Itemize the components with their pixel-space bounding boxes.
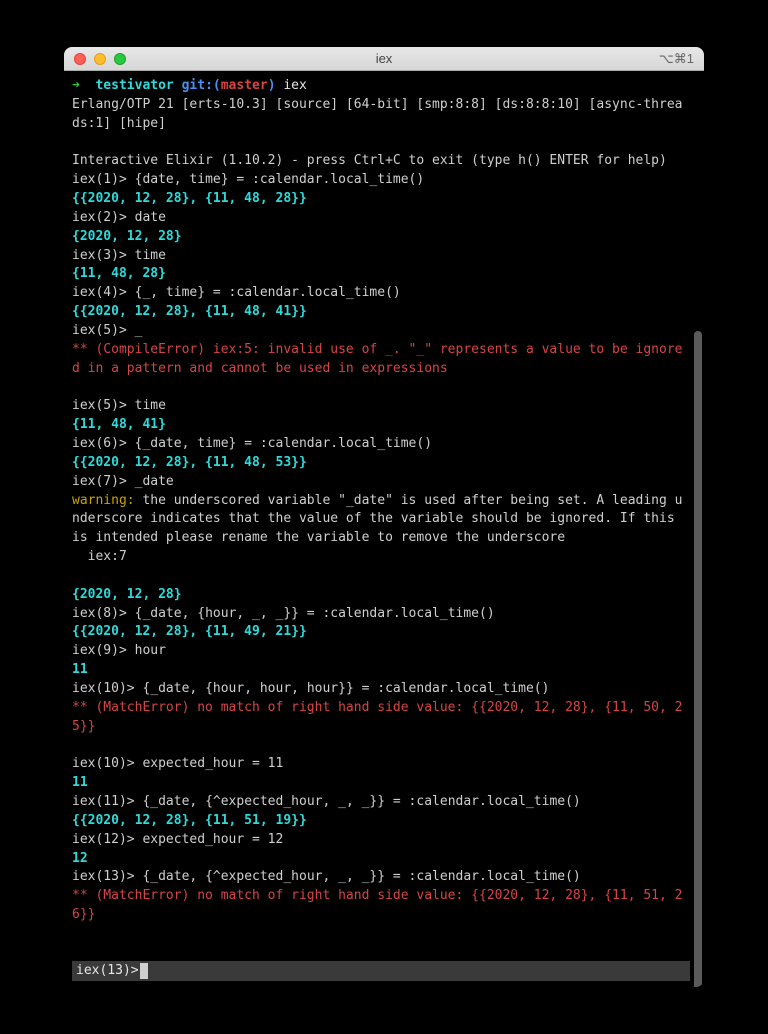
repl-line: iex(10)> {_date, {hour, hour, hour}} = :… [72,680,690,699]
repl-input: expected_hour = 12 [142,832,283,847]
titlebar[interactable]: iex ⌥⌘1 [64,47,704,71]
repl-prompt: iex(2)> [72,210,135,225]
repl-statusbar[interactable]: iex(13)> [72,961,690,981]
repl-input: expected_hour = 11 [142,756,283,771]
repl-output: {{2020, 12, 28}, {11, 49, 21}} [72,623,690,642]
repl-prompt: iex(4)> [72,285,135,300]
repl-output: 12 [72,850,690,869]
repl-line: iex(9)> hour [72,642,690,661]
warning-location: iex:7 [72,548,690,567]
repl-input: hour [135,643,166,658]
warning-text: the underscored variable "_date" is used… [72,493,683,546]
shell-prompt-line: ➜ testivator git:(master) iex [72,77,690,96]
terminal-scroll-area[interactable]: ➜ testivator git:(master) iex Erlang/OTP… [72,77,690,959]
repl-output: {{2020, 12, 28}, {11, 48, 28}} [72,190,690,209]
repl-output: {{2020, 12, 28}, {11, 48, 41}} [72,303,690,322]
warning-label: warning: [72,493,135,508]
repl-prompt: iex(10)> [72,681,142,696]
repl-prompt: iex(9)> [72,643,135,658]
repl-line: iex(12)> expected_hour = 12 [72,831,690,850]
repl-line: iex(7)> _date [72,473,690,492]
repl-line: iex(4)> {_, time} = :calendar.local_time… [72,284,690,303]
repl-line: iex(3)> time [72,247,690,266]
repl-output: {2020, 12, 28} [72,228,690,247]
prompt-git-suffix: ) [268,78,276,93]
repl-input: {_, time} = :calendar.local_time() [135,285,401,300]
repl-input: _ [135,323,143,338]
repl-prompt: iex(13)> [72,869,142,884]
erlang-banner: Erlang/OTP 21 [erts-10.3] [source] [64-b… [72,96,690,134]
zoom-button[interactable] [114,53,126,65]
repl-prompt: iex(12)> [72,832,142,847]
status-prompt: iex(13)> [76,961,139,981]
traffic-lights [64,53,126,65]
close-button[interactable] [74,53,86,65]
repl-input: {date, time} = :calendar.local_time() [135,172,425,187]
repl-input: {_date, {hour, _, _}} = :calendar.local_… [135,606,495,621]
prompt-dir: testivator [95,78,173,93]
terminal-window: iex ⌥⌘1 ➜ testivator git:(master) iex Er… [64,47,704,987]
repl-input: time [135,248,166,263]
repl-input: {_date, {hour, hour, hour}} = :calendar.… [142,681,549,696]
repl-line: iex(5)> time [72,397,690,416]
repl-output: 11 [72,774,690,793]
repl-input: time [135,398,166,413]
repl-error: ** (MatchError) no match of right hand s… [72,699,690,737]
repl-output: {{2020, 12, 28}, {11, 48, 53}} [72,454,690,473]
repl-prompt: iex(5)> [72,323,135,338]
repl-error: ** (CompileError) iex:5: invalid use of … [72,341,690,379]
repl-line: iex(5)> _ [72,322,690,341]
repl-line: iex(8)> {_date, {hour, _, _}} = :calenda… [72,605,690,624]
repl-prompt: iex(7)> [72,474,135,489]
repl-prompt: iex(10)> [72,756,142,771]
window-title: iex [64,51,704,66]
elixir-banner: Interactive Elixir (1.10.2) - press Ctrl… [72,152,690,171]
repl-input: date [135,210,166,225]
minimize-button[interactable] [94,53,106,65]
repl-line: iex(13)> {_date, {^expected_hour, _, _}}… [72,868,690,887]
repl-prompt: iex(11)> [72,794,142,809]
repl-input: {_date, {^expected_hour, _, _}} = :calen… [142,869,580,884]
repl-line: iex(1)> {date, time} = :calendar.local_t… [72,171,690,190]
repl-input: _date [135,474,174,489]
repl-prompt: iex(8)> [72,606,135,621]
prompt-arrow-icon: ➜ [72,78,80,93]
repl-output: 11 [72,661,690,680]
prompt-git-prefix: git:( [182,78,221,93]
scrollbar-thumb[interactable] [694,331,702,987]
repl-prompt: iex(6)> [72,436,135,451]
repl-line: iex(10)> expected_hour = 11 [72,755,690,774]
repl-prompt: iex(1)> [72,172,135,187]
repl-error: ** (MatchError) no match of right hand s… [72,887,690,925]
prompt-git-branch: master [221,78,268,93]
repl-warning: warning: the underscored variable "_date… [72,492,690,549]
repl-input: {_date, {^expected_hour, _, _}} = :calen… [142,794,580,809]
repl-line: iex(6)> {_date, time} = :calendar.local_… [72,435,690,454]
window-shortcut-hint: ⌥⌘1 [659,51,694,67]
repl-output: {{2020, 12, 28}, {11, 51, 19}} [72,812,690,831]
repl-input: {_date, time} = :calendar.local_time() [135,436,432,451]
repl-output: {11, 48, 41} [72,416,690,435]
repl-prompt: iex(3)> [72,248,135,263]
terminal-body[interactable]: ➜ testivator git:(master) iex Erlang/OTP… [64,71,704,987]
repl-prompt: iex(5)> [72,398,135,413]
prompt-command: iex [283,78,306,93]
repl-output: {11, 48, 28} [72,265,690,284]
cursor-icon [140,963,148,979]
repl-output: {2020, 12, 28} [72,586,690,605]
repl-line: iex(2)> date [72,209,690,228]
repl-line: iex(11)> {_date, {^expected_hour, _, _}}… [72,793,690,812]
